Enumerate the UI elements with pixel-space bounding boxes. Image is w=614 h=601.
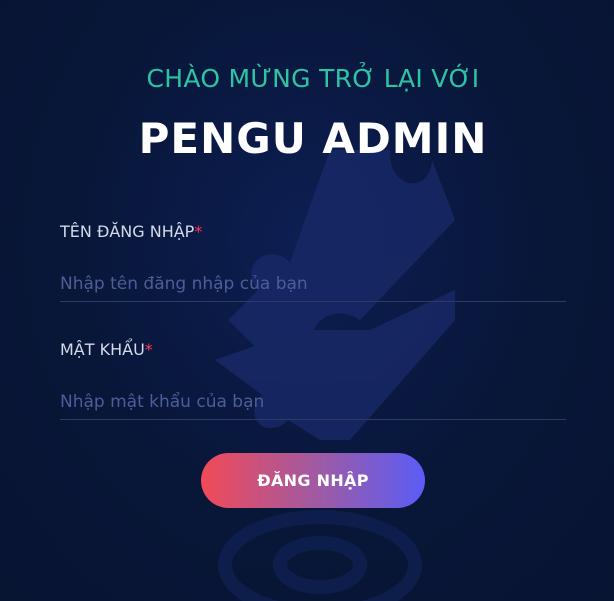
username-input[interactable] [60, 266, 566, 302]
required-mark: * [144, 340, 153, 359]
required-mark: * [194, 222, 203, 241]
password-input[interactable] [60, 384, 566, 420]
password-label-text: MẬT KHẨU [60, 340, 145, 359]
login-card: CHÀO MỪNG TRỞ LẠI VỚI PENGU ADMIN TÊN ĐĂ… [0, 0, 614, 601]
login-button[interactable]: ĐĂNG NHẬP [201, 453, 425, 508]
welcome-text: CHÀO MỪNG TRỞ LẠI VỚI [146, 64, 480, 93]
username-label-text: TÊN ĐĂNG NHẬP [60, 222, 195, 241]
password-label: MẬT KHẨU* [60, 340, 153, 359]
username-label: TÊN ĐĂNG NHẬP* [60, 222, 202, 241]
brand-title: PENGU ADMIN [138, 114, 488, 163]
